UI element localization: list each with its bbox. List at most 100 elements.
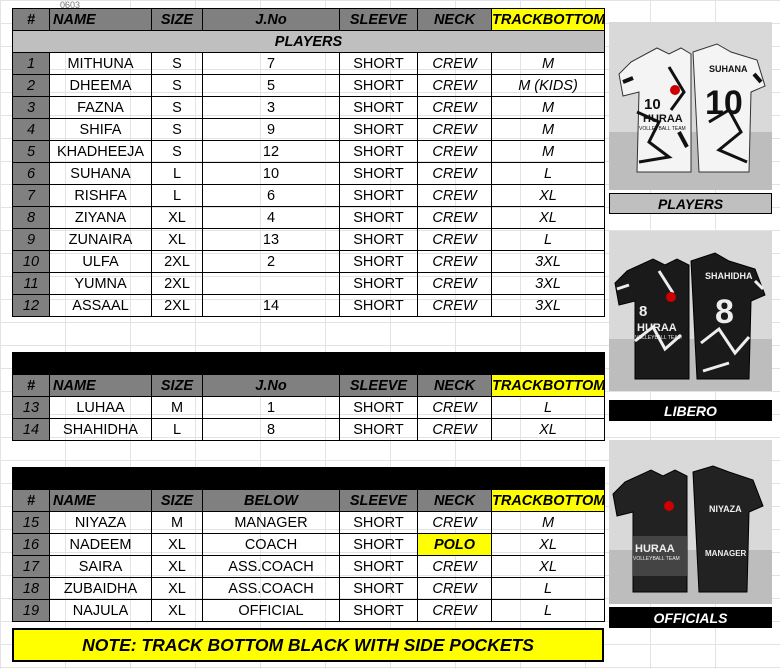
row-number-cell[interactable]: 13 [12, 396, 50, 419]
size-cell[interactable]: 2XL [151, 250, 203, 273]
col-track-header[interactable]: TRACKBOTTOM [491, 374, 605, 397]
size-cell[interactable]: XL [151, 228, 203, 251]
row-number-cell[interactable]: 11 [12, 272, 50, 295]
neck-cell[interactable]: CREW [417, 272, 492, 295]
sleeve-cell[interactable]: SHORT [339, 228, 418, 251]
row-number-cell[interactable]: 16 [12, 533, 50, 556]
sleeve-cell[interactable]: SHORT [339, 206, 418, 229]
sleeve-cell[interactable]: SHORT [339, 599, 418, 622]
trackbottom-cell[interactable]: XL [491, 184, 605, 207]
neck-cell[interactable]: CREW [417, 228, 492, 251]
neck-cell[interactable]: CREW [417, 250, 492, 273]
officials-jersey-image[interactable]: HURAA VOLLEYBALL TEAM NIYAZA MANAGER [609, 440, 772, 604]
row-number-cell[interactable]: 18 [12, 577, 50, 600]
trackbottom-cell[interactable]: L [491, 162, 605, 185]
name-cell[interactable]: SHAHIDHA [49, 418, 152, 441]
row-number-cell[interactable]: 1 [12, 52, 50, 75]
neck-cell[interactable]: POLO [417, 533, 492, 556]
players-jersey-image[interactable]: 10 HURAA VOLLEYBALL TEAM SUHANA 10 [609, 22, 772, 190]
name-cell[interactable]: ULFA [49, 250, 152, 273]
jno-cell[interactable]: OFFICIAL [202, 599, 340, 622]
size-cell[interactable]: XL [151, 599, 203, 622]
col-track-header[interactable]: TRACKBOTTOM [491, 8, 605, 31]
trackbottom-cell[interactable]: L [490, 577, 606, 600]
size-cell[interactable]: S [151, 140, 203, 163]
jno-cell[interactable]: 8 [202, 418, 340, 441]
name-cell[interactable]: SAIRA [49, 555, 152, 578]
col-name-header[interactable]: NAME [49, 374, 152, 397]
sleeve-cell[interactable]: SHORT [339, 52, 418, 75]
neck-cell[interactable]: CREW [417, 118, 492, 141]
name-cell[interactable]: ASSAAL [49, 294, 152, 317]
neck-cell[interactable]: CREW [417, 511, 492, 534]
col-neck-header[interactable]: NECK [417, 8, 492, 31]
jno-cell[interactable]: 14 [202, 294, 340, 317]
jno-cell[interactable]: 2 [202, 250, 340, 273]
trackbottom-cell[interactable]: XL [491, 418, 605, 441]
name-cell[interactable]: LUHAA [49, 396, 152, 419]
sleeve-cell[interactable]: SHORT [339, 272, 418, 295]
jno-cell[interactable]: COACH [202, 533, 340, 556]
row-number-cell[interactable]: 5 [12, 140, 50, 163]
size-cell[interactable]: S [151, 96, 203, 119]
col-size-header[interactable]: SIZE [151, 8, 203, 31]
trackbottom-cell[interactable]: M [490, 511, 606, 534]
neck-cell[interactable]: CREW [417, 184, 492, 207]
neck-cell[interactable]: CREW [417, 555, 492, 578]
sleeve-cell[interactable]: SHORT [339, 118, 418, 141]
col-num-header[interactable]: # [12, 489, 50, 512]
neck-cell[interactable]: CREW [417, 96, 492, 119]
size-cell[interactable]: 2XL [151, 272, 203, 295]
neck-cell[interactable]: CREW [417, 294, 492, 317]
sleeve-cell[interactable]: SHORT [339, 555, 418, 578]
trackbottom-cell[interactable]: XL [491, 206, 605, 229]
name-cell[interactable]: SHIFA [49, 118, 152, 141]
officials-section-title[interactable]: OFFICIALS [11, 467, 606, 490]
trackbottom-cell[interactable]: L [491, 228, 605, 251]
neck-cell[interactable]: CREW [417, 577, 492, 600]
libero-jersey-image[interactable]: 8 HURAA VOLLEYBALL TEAM SHAHIDHA 8 [609, 231, 772, 391]
jno-cell[interactable]: 7 [202, 52, 340, 75]
sleeve-cell[interactable]: SHORT [339, 250, 418, 273]
libero-section-title[interactable]: LIBERO [12, 352, 605, 375]
name-cell[interactable]: NAJULA [49, 599, 152, 622]
jno-cell[interactable]: 3 [202, 96, 340, 119]
jno-cell[interactable]: 4 [202, 206, 340, 229]
sleeve-cell[interactable]: SHORT [339, 140, 418, 163]
jno-cell[interactable]: ASS.COACH [202, 555, 340, 578]
row-number-cell[interactable]: 4 [12, 118, 50, 141]
row-number-cell[interactable]: 14 [12, 418, 50, 441]
jno-cell[interactable] [202, 272, 340, 295]
trackbottom-cell[interactable]: M [491, 140, 605, 163]
size-cell[interactable]: XL [151, 555, 203, 578]
row-number-cell[interactable]: 19 [12, 599, 50, 622]
name-cell[interactable]: YUMNA [49, 272, 152, 295]
row-number-cell[interactable]: 17 [12, 555, 50, 578]
jno-cell[interactable]: 13 [202, 228, 340, 251]
name-cell[interactable]: ZUBAIDHA [49, 577, 152, 600]
trackbottom-cell[interactable]: 3XL [491, 294, 605, 317]
col-size-header[interactable]: SIZE [151, 489, 203, 512]
size-cell[interactable]: L [151, 184, 203, 207]
col-size-header[interactable]: SIZE [151, 374, 203, 397]
sleeve-cell[interactable]: SHORT [339, 162, 418, 185]
col-sleeve-header[interactable]: SLEEVE [339, 489, 418, 512]
col-jno-header[interactable]: J.No [202, 374, 340, 397]
size-cell[interactable]: S [151, 74, 203, 97]
note-banner[interactable]: NOTE: TRACK BOTTOM BLACK WITH SIDE POCKE… [12, 628, 604, 662]
trackbottom-cell[interactable]: M (KIDS) [491, 74, 605, 97]
sleeve-cell[interactable]: SHORT [339, 184, 418, 207]
jno-cell[interactable]: 9 [202, 118, 340, 141]
trackbottom-cell[interactable]: M [491, 96, 605, 119]
size-cell[interactable]: XL [151, 533, 203, 556]
trackbottom-cell[interactable]: XL [490, 533, 606, 556]
sleeve-cell[interactable]: SHORT [339, 74, 418, 97]
name-cell[interactable]: DHEEMA [49, 74, 152, 97]
neck-cell[interactable]: CREW [417, 206, 492, 229]
neck-cell[interactable]: CREW [417, 140, 492, 163]
name-cell[interactable]: ZUNAIRA [49, 228, 152, 251]
row-number-cell[interactable]: 3 [12, 96, 50, 119]
size-cell[interactable]: M [151, 396, 203, 419]
players-section-title[interactable]: PLAYERS [12, 30, 605, 53]
sleeve-cell[interactable]: SHORT [339, 396, 418, 419]
